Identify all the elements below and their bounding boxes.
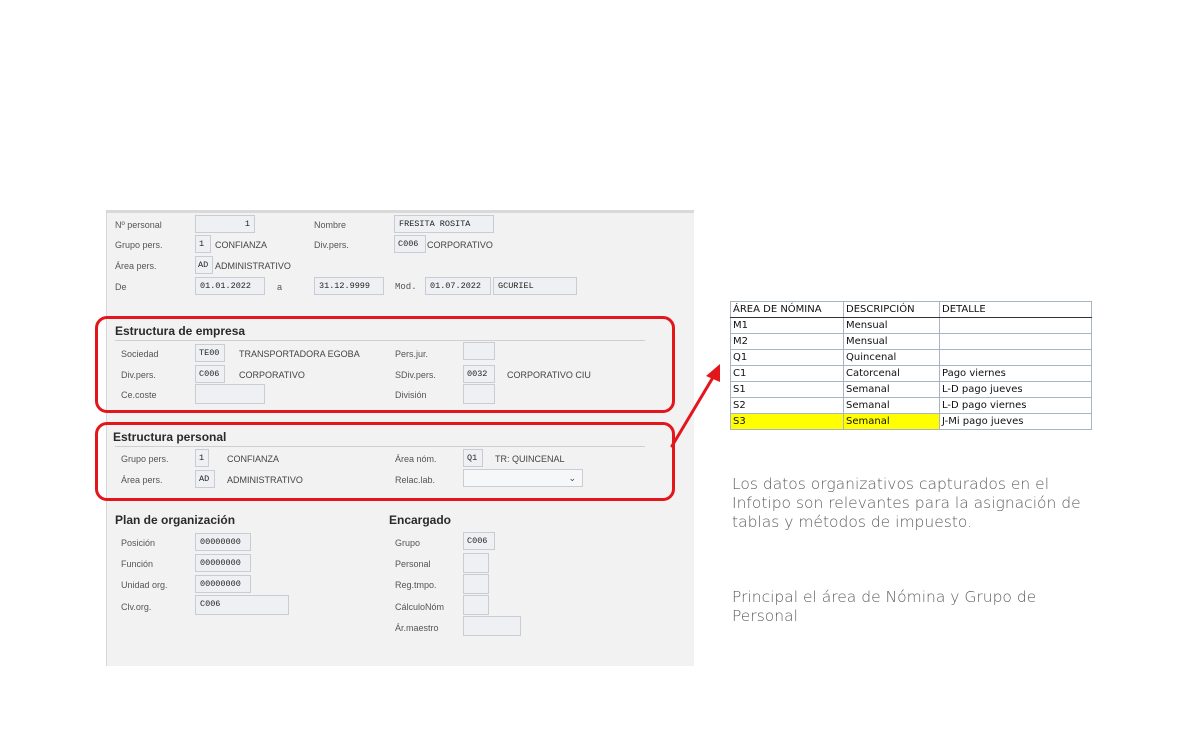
- area-pers-label: Área pers.: [115, 261, 157, 271]
- table-cell: Mensual: [843, 333, 940, 350]
- column-header: DESCRIPCIÓN: [843, 301, 940, 318]
- section-title-organizacion: Plan de organización: [115, 513, 236, 527]
- modified-date-field: 01.07.2022: [425, 277, 491, 295]
- posicion-field[interactable]: 00000000: [195, 533, 251, 551]
- table-cell: L-D pago viernes: [939, 397, 1092, 414]
- unidad-org-field[interactable]: 00000000: [195, 575, 251, 593]
- column-header: ÁREA DE NÓMINA: [730, 301, 844, 318]
- table-row: S1 Semanal L-D pago jueves: [730, 381, 1092, 398]
- table-cell: Mensual: [843, 317, 940, 334]
- date-to-label: a: [277, 282, 283, 292]
- note-paragraph-1: Los datos organizativos capturados en el…: [732, 475, 1081, 531]
- date-to-field[interactable]: 31.12.9999: [314, 277, 384, 295]
- clv-org-label: Clv.org.: [121, 602, 152, 612]
- table-cell: [939, 349, 1092, 366]
- modified-label: Mod.: [395, 282, 417, 292]
- encargado-personal-label: Personal: [395, 559, 431, 569]
- name-label: Nombre: [314, 220, 347, 230]
- grupo-pers-text: CONFIANZA: [215, 240, 268, 250]
- calculo-nom-field[interactable]: [463, 595, 489, 615]
- table-cell: Quincenal: [843, 349, 940, 366]
- calculo-nom-label: CálculoNóm: [395, 602, 445, 612]
- area-pers-code[interactable]: AD: [195, 256, 213, 274]
- note-paragraph-2: Principal el área de Nómina y Grupo de P…: [732, 588, 1037, 625]
- table-cell: S2: [730, 397, 844, 414]
- table-cell: L-D pago jueves: [939, 381, 1092, 398]
- table-cell: M1: [730, 317, 844, 334]
- table-cell: S1: [730, 381, 844, 398]
- div-pers-label: Div.pers.: [314, 240, 349, 250]
- table-header-row: ÁREA DE NÓMINA DESCRIPCIÓN DETALLE: [730, 301, 1092, 318]
- table-cell: [939, 333, 1092, 350]
- personal-number-label: Nº personal: [115, 220, 162, 230]
- personal-highlight-box: [95, 422, 675, 501]
- encargado-grupo-label: Grupo: [395, 538, 421, 548]
- clv-org-field[interactable]: C006: [195, 595, 289, 615]
- reg-tmpo-field[interactable]: [463, 574, 489, 594]
- div-pers-code[interactable]: C006: [394, 235, 426, 253]
- ar-maestro-label: Ár.maestro: [395, 623, 439, 633]
- name-field[interactable]: FRESITA ROSITA: [394, 215, 494, 233]
- funcion-field[interactable]: 00000000: [195, 554, 251, 572]
- grupo-pers-label: Grupo pers.: [115, 240, 163, 250]
- table-cell: S3: [730, 413, 844, 430]
- table-row: M1 Mensual: [730, 317, 1092, 334]
- area-pers-text: ADMINISTRATIVO: [215, 261, 291, 271]
- column-header: DETALLE: [939, 301, 1092, 318]
- nomina-table: ÁREA DE NÓMINA DESCRIPCIÓN DETALLE M1 Me…: [730, 301, 1092, 430]
- table-cell: J-Mi pago jueves: [939, 413, 1092, 430]
- personal-number-field[interactable]: 1: [195, 215, 255, 233]
- date-from-field[interactable]: 01.01.2022: [195, 277, 265, 295]
- table-cell: Catorcenal: [843, 365, 940, 382]
- table-row: S2 Semanal L-D pago viernes: [730, 397, 1092, 414]
- table-row: M2 Mensual: [730, 333, 1092, 350]
- table-cell: Semanal: [843, 397, 940, 414]
- table-cell: Semanal: [843, 413, 940, 430]
- table-cell: Pago viernes: [939, 365, 1092, 382]
- toolbar-strip: [107, 210, 694, 213]
- reg-tmpo-label: Reg.tmpo.: [395, 580, 437, 590]
- div-pers-text: CORPORATIVO: [427, 240, 493, 250]
- ar-maestro-field[interactable]: [463, 616, 521, 636]
- date-from-label: De: [115, 282, 127, 292]
- table-cell: Semanal: [843, 381, 940, 398]
- modified-user-field: GCURIEL: [493, 277, 577, 295]
- posicion-label: Posición: [121, 538, 156, 548]
- red-arrow-icon: [670, 364, 720, 448]
- empresa-highlight-box: [95, 316, 675, 413]
- funcion-label: Función: [121, 559, 154, 569]
- grupo-pers-code[interactable]: 1: [195, 235, 211, 253]
- encargado-personal-field[interactable]: [463, 553, 489, 573]
- table-cell: [939, 317, 1092, 334]
- table-cell: Q1: [730, 349, 844, 366]
- unidad-org-label: Unidad org.: [121, 580, 168, 590]
- table-row: Q1 Quincenal: [730, 349, 1092, 366]
- table-row: C1 Catorcenal Pago viernes: [730, 365, 1092, 382]
- table-cell: M2: [730, 333, 844, 350]
- section-title-encargado: Encargado: [389, 513, 452, 527]
- table-cell: C1: [730, 365, 844, 382]
- table-row-highlighted: S3 Semanal J-Mi pago jueves: [730, 413, 1092, 430]
- encargado-grupo-field[interactable]: C006: [463, 532, 495, 550]
